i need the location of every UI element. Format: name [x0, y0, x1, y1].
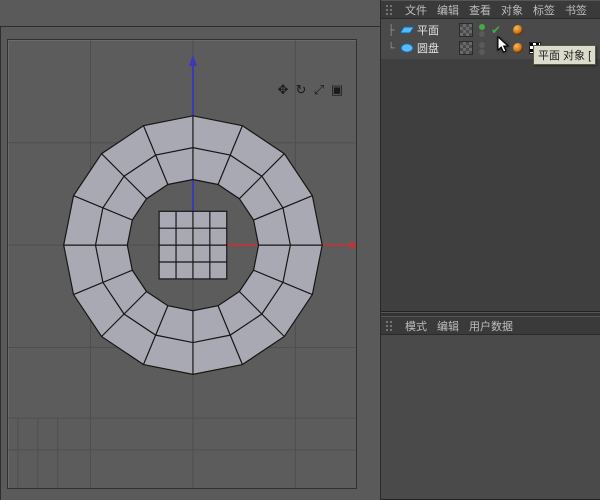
visibility-dots[interactable]: [479, 24, 485, 37]
enable-check-icon[interactable]: ✔: [491, 24, 503, 36]
visibility-dots[interactable]: [479, 42, 485, 55]
object-row-plane[interactable]: ├ 平面 ✔: [381, 21, 600, 39]
axis-x-arrow: [350, 241, 356, 249]
menu-bookmarks[interactable]: 书签: [565, 2, 587, 18]
viewport-sunken: ✥ ↻ ⤢ ▣: [0, 26, 380, 500]
panel-grip-icon[interactable]: [385, 4, 395, 16]
viewport-panel: ✥ ↻ ⤢ ▣: [0, 0, 380, 500]
object-label[interactable]: 圆盘: [417, 40, 451, 56]
menu-userdata[interactable]: 用户数据: [469, 318, 513, 334]
object-manager-panel: 文件 编辑 查看 对象 标签 书签 ├ 平面 ✔ └: [381, 0, 600, 312]
attribute-manager-menubar: 模式 编辑 用户数据: [381, 317, 600, 335]
plane-icon: [399, 23, 415, 37]
layer-chip[interactable]: [459, 41, 473, 55]
menu-file[interactable]: 文件: [405, 2, 427, 18]
attribute-body: [381, 335, 600, 499]
tooltip: 平面 对象 [: [533, 45, 596, 65]
viewport-scene[interactable]: [8, 40, 356, 488]
tree-branch-icon: └: [385, 43, 397, 54]
tree-branch-icon: ├: [385, 25, 397, 36]
viewport[interactable]: ✥ ↻ ⤢ ▣: [7, 39, 357, 489]
attribute-manager-panel: 模式 编辑 用户数据: [381, 316, 600, 500]
layer-chip[interactable]: [459, 23, 473, 37]
menu-edit2[interactable]: 编辑: [437, 318, 459, 334]
menu-view[interactable]: 查看: [469, 2, 491, 18]
menu-mode[interactable]: 模式: [405, 318, 427, 334]
disc-icon: [399, 41, 415, 55]
phong-tag-icon[interactable]: [513, 25, 523, 35]
menu-tags[interactable]: 标签: [533, 2, 555, 18]
object-manager-menubar: 文件 编辑 查看 对象 标签 书签: [381, 1, 600, 19]
panel-grip-icon[interactable]: [385, 320, 395, 332]
menu-edit[interactable]: 编辑: [437, 2, 459, 18]
plane-object[interactable]: [159, 211, 227, 279]
menu-objects[interactable]: 对象: [501, 2, 523, 18]
right-column: 文件 编辑 查看 对象 标签 书签 ├ 平面 ✔ └: [380, 0, 600, 500]
object-label[interactable]: 平面: [417, 22, 451, 38]
axis-y-arrow: [189, 54, 197, 66]
phong-tag-icon[interactable]: [513, 43, 523, 53]
